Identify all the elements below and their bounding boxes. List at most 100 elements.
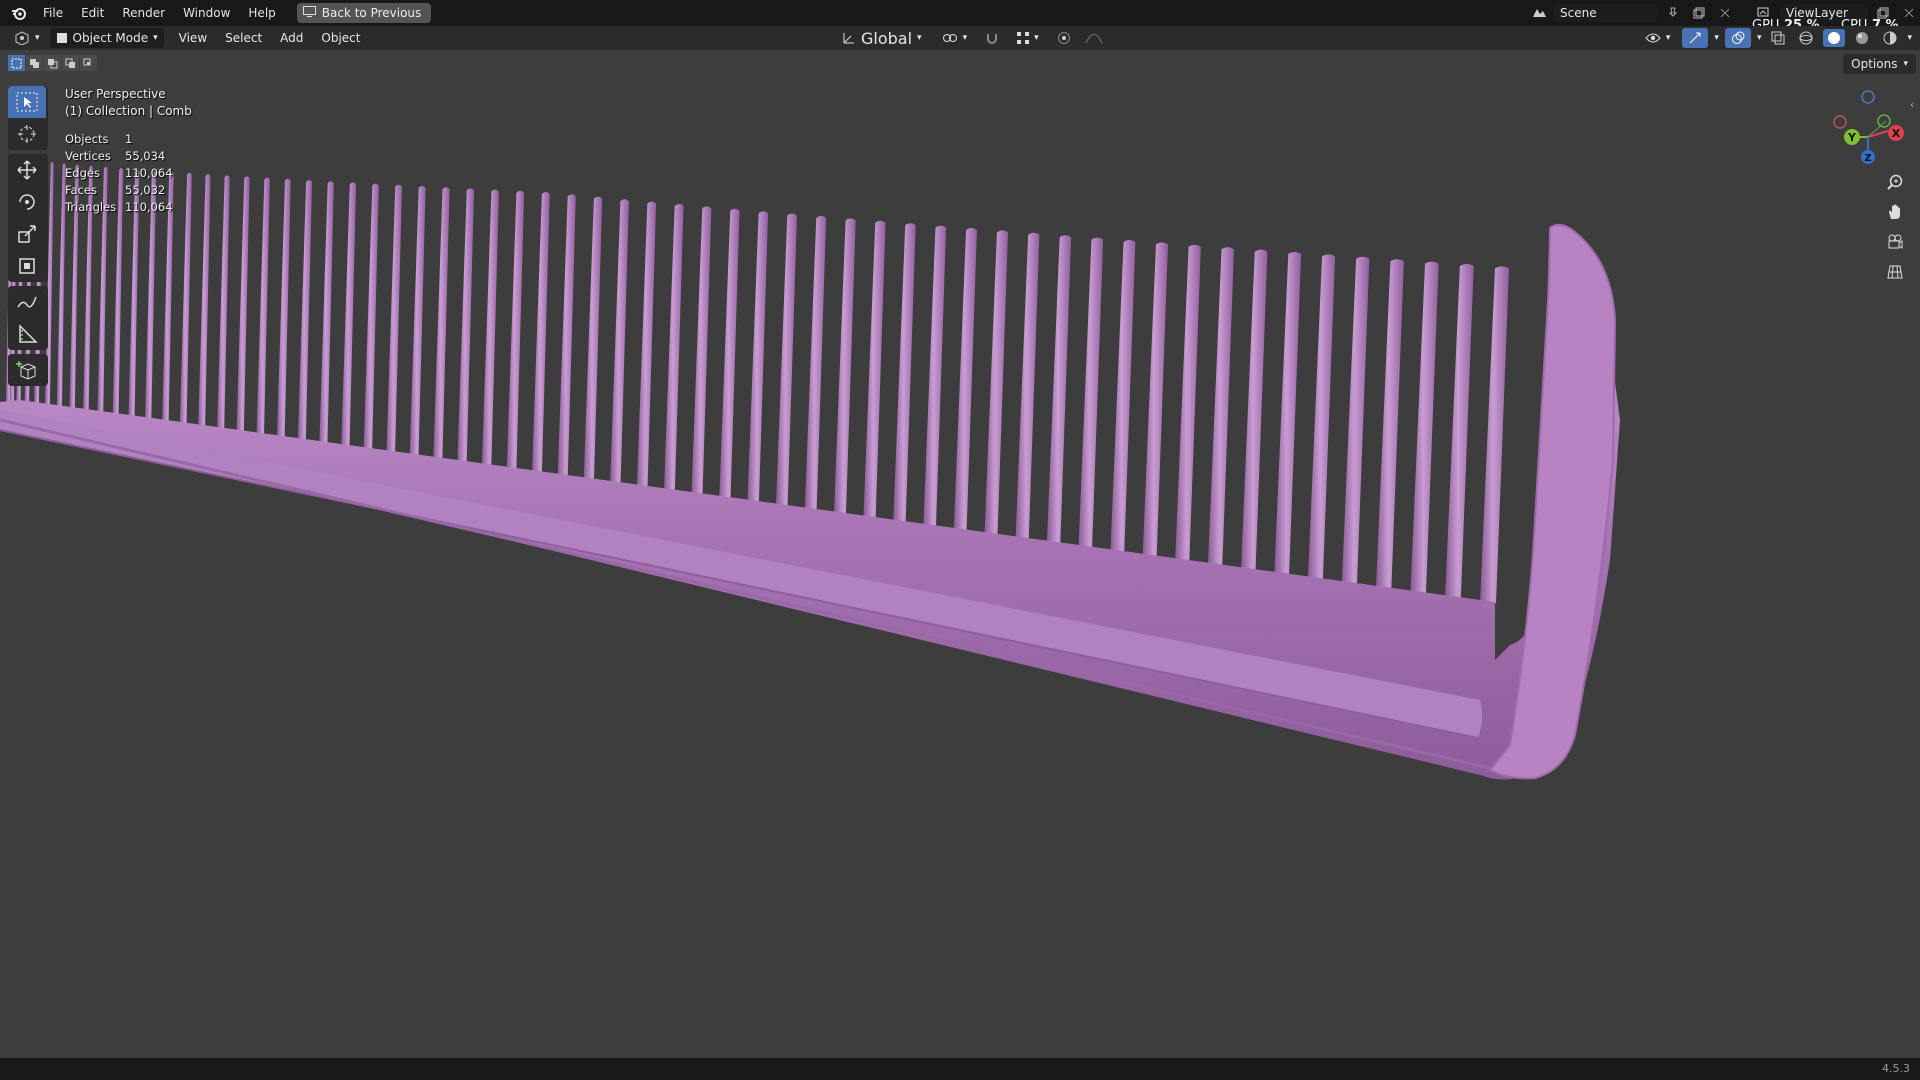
menu-edit[interactable]: Edit	[72, 0, 113, 26]
comb-tooth	[179, 172, 192, 429]
gizmo-neg-y-handle[interactable]	[1877, 114, 1891, 128]
camera-view-icon[interactable]	[1880, 228, 1910, 256]
transform-orientation-dropdown[interactable]: Global ▾	[836, 28, 928, 48]
scene-statistics: Objects 1 Vertices 55,034 Edges 110,064 Fac…	[65, 131, 173, 216]
menu-select[interactable]: Select	[216, 26, 271, 50]
comb-tooth	[319, 181, 334, 448]
menu-view[interactable]: View	[170, 26, 216, 50]
select-intersect-mode-button[interactable]	[80, 55, 97, 71]
comb-tooth	[1307, 254, 1336, 580]
rotate-tool[interactable]	[8, 186, 46, 218]
comb-tooth	[506, 190, 525, 473]
annotate-tool[interactable]	[8, 286, 46, 318]
comb-tooth	[1480, 266, 1509, 604]
snap-target-dropdown[interactable]: ▾	[1011, 28, 1045, 48]
new-scene-icon[interactable]	[1688, 4, 1710, 22]
pivot-icon	[942, 34, 957, 42]
rendered-shading-icon[interactable]	[1879, 29, 1901, 47]
stat-value: 110,064	[125, 200, 173, 214]
transform-orientation-label: Global	[861, 28, 913, 48]
stat-row: Edges 110,064	[65, 165, 173, 182]
wireframe-shading-icon[interactable]	[1795, 29, 1817, 47]
stat-row: Objects 1	[65, 131, 173, 148]
comb-object[interactable]	[0, 50, 1920, 1058]
comb-tooth	[457, 188, 475, 466]
chevron-down-icon[interactable]: ▾	[1757, 33, 1762, 43]
comb-tooth	[531, 192, 550, 476]
perspective-toggle-icon[interactable]	[1880, 258, 1910, 286]
comb-tooth	[1375, 259, 1404, 590]
gizmo-neg-z-handle[interactable]	[1861, 90, 1875, 104]
comb-tooth	[953, 228, 977, 533]
comb-tooth	[1445, 264, 1474, 599]
back-to-previous-label: Back to Previous	[321, 6, 422, 20]
material-preview-shading-icon[interactable]	[1851, 29, 1873, 47]
comb-tooth	[775, 213, 797, 509]
comb-tooth	[297, 180, 313, 445]
overlays-toggle[interactable]	[1724, 28, 1751, 48]
comb-tooth	[1175, 244, 1201, 563]
mode-dropdown[interactable]: Object Mode ▾	[49, 28, 164, 48]
measure-tool[interactable]	[8, 318, 46, 350]
chevron-down-icon: ▾	[1903, 59, 1908, 69]
comb-tooth	[363, 183, 379, 454]
add-cube-tool[interactable]	[8, 354, 46, 386]
scale-tool[interactable]	[8, 218, 46, 250]
solid-shading-icon[interactable]	[1823, 29, 1846, 47]
blender-logo-icon[interactable]	[8, 2, 30, 24]
selection-mode-buttons	[8, 55, 97, 71]
3d-viewport[interactable]: (function(){ const g=document.getElement…	[0, 50, 1920, 1058]
scene-name: Scene	[1560, 6, 1597, 20]
zoom-icon[interactable]	[1880, 168, 1910, 196]
delete-scene-icon[interactable]	[1714, 4, 1736, 22]
gizmo-neg-x-handle[interactable]	[1833, 115, 1847, 129]
menu-window[interactable]: Window	[174, 0, 239, 26]
options-dropdown[interactable]: Options ▾	[1843, 54, 1916, 74]
navigation-gizmo[interactable]: X Y Z	[1828, 85, 1908, 165]
editor-type-dropdown[interactable]: ▾	[8, 28, 46, 48]
top-bar: File Edit Render Window Help Back to Pre…	[0, 0, 1920, 33]
xray-toggle-icon[interactable]	[1767, 29, 1789, 47]
eye-icon	[1645, 33, 1661, 43]
comb-tooth	[1410, 261, 1439, 594]
pin-icon[interactable]	[1662, 4, 1684, 22]
comb-tooth	[1207, 247, 1234, 567]
move-tool[interactable]	[8, 154, 46, 186]
menu-object[interactable]: Object	[312, 26, 369, 50]
back-to-previous-button[interactable]: Back to Previous	[296, 3, 432, 23]
menu-file[interactable]: File	[34, 0, 72, 26]
select-invert-mode-button[interactable]	[62, 55, 79, 71]
overlays-icon	[1731, 31, 1745, 44]
pivot-point-dropdown[interactable]: ▾	[936, 28, 974, 48]
pan-hand-icon[interactable]	[1880, 198, 1910, 226]
chevron-down-icon[interactable]: ▾	[1714, 33, 1719, 43]
comb-tooth	[409, 186, 426, 460]
mode-label: Object Mode	[72, 31, 149, 45]
comb-tooth	[804, 216, 827, 513]
snap-toggle-icon[interactable]	[981, 29, 1003, 47]
transform-tool[interactable]	[8, 250, 46, 282]
comb-tooth	[610, 199, 629, 487]
cursor-tool[interactable]	[8, 118, 46, 150]
scene-selector-icon[interactable]	[1528, 4, 1550, 22]
falloff-icon[interactable]	[1083, 29, 1105, 47]
stat-row: Triangles 110,064	[65, 199, 173, 216]
delete-view-layer-icon[interactable]	[1898, 4, 1920, 22]
snap-grid-icon	[1017, 32, 1030, 44]
select-new-mode-button[interactable]	[8, 55, 25, 71]
select-extend-mode-button[interactable]	[26, 55, 43, 71]
proportional-editing-icon[interactable]	[1053, 29, 1075, 47]
select-box-tool[interactable]	[8, 86, 46, 118]
visibility-dropdown[interactable]: ▾	[1639, 28, 1677, 48]
scene-field[interactable]: Scene	[1554, 4, 1658, 22]
select-subtract-mode-button[interactable]	[44, 55, 61, 71]
sidebar-toggle-icon[interactable]: ‹	[1910, 100, 1914, 111]
comb-tooth	[557, 194, 576, 480]
menu-add[interactable]: Add	[271, 26, 312, 50]
comb-tooth	[984, 230, 1009, 537]
gizmo-toggle[interactable]	[1682, 28, 1709, 48]
comb-tooth	[256, 177, 270, 439]
menu-help[interactable]: Help	[239, 0, 284, 26]
menu-render[interactable]: Render	[113, 0, 174, 26]
chevron-down-icon[interactable]: ▾	[1907, 33, 1912, 43]
